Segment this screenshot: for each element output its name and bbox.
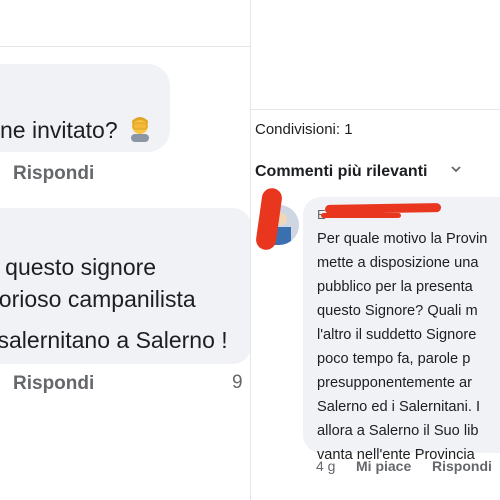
comment-line: pubblico per la presenta [317,279,473,295]
comment-line: poco tempo fa, parole p [317,351,471,367]
chevron-down-icon[interactable] [449,162,463,176]
divider [0,46,251,47]
like-link[interactable]: Mi piace [356,458,411,474]
facepalm-emoji-icon [131,117,150,142]
left-screenshot: ne invitato? Rispondi ù questo signore p… [0,0,251,500]
comment-1-text: ne invitato? [0,117,118,143]
comment-line: presupponentemente ar [317,375,472,391]
comment-line: Per quale motivo la Provin [317,231,488,247]
shares-count[interactable]: Condivisioni: 1 [255,121,353,138]
comment-1-text-row: ne invitato? [0,114,154,144]
divider [251,109,500,110]
reply-link[interactable]: Rispondi [13,163,94,185]
comment-time: 4 g [316,458,336,474]
comment-bubble-1: ne invitato? [0,64,170,152]
comment-line: mette a disposizione una [317,255,479,271]
redacted-name [321,213,401,218]
reply-link[interactable]: Rispondi [13,373,94,395]
comment-line: l'altro il suddetto Signore [317,327,477,343]
comment-line: questo Signore? Quali m [317,303,478,319]
right-screenshot: Condivisioni: 1 Commenti più rilevanti E… [251,0,500,500]
comment-line: allora a Salerno il Suo lib [317,423,479,439]
comment-2-line: tisalernitano a Salerno ! [0,327,228,353]
comment-bubble: E Per quale motivo la Provin mette a dis… [303,197,500,463]
comment-line: Salerno ed i Salernitani. I [317,399,481,415]
reply-link[interactable]: Rispondi [432,458,492,474]
reaction-count[interactable]: 9 [232,372,243,394]
comments-filter[interactable]: Commenti più rilevanti [255,163,427,181]
comment-2-line: ù questo signore [0,254,157,280]
comment-2-line: porioso campanilista [0,286,196,312]
comment-text: Per quale motivo la Provin mette a dispo… [317,227,500,467]
